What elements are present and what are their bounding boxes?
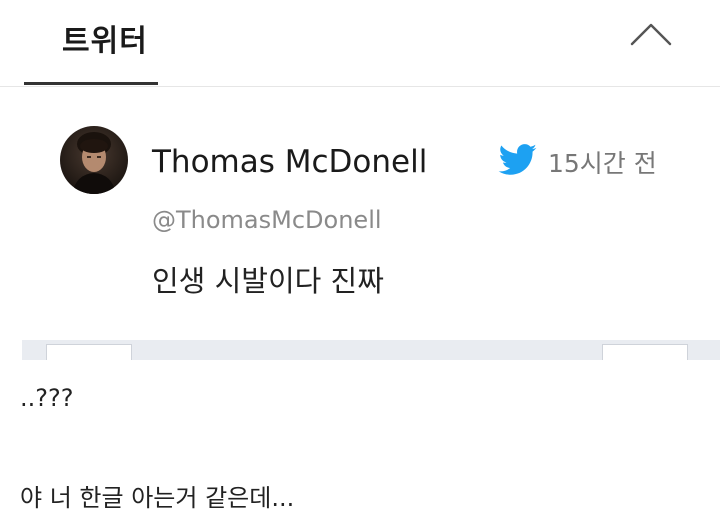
- tweet-text: 인생 시발이다 진짜: [152, 264, 384, 298]
- header-divider: [0, 86, 720, 87]
- tweet-card[interactable]: Thomas McDonell 15시간 전 @ThomasMcDonell 인…: [0, 100, 720, 340]
- avatar[interactable]: [60, 126, 128, 194]
- comment-text: 야 너 한글 아는거 같은데...: [20, 484, 295, 512]
- comment-text: ..???: [20, 384, 74, 412]
- embed-right-button[interactable]: [602, 344, 688, 360]
- twitter-bird-icon: [498, 144, 538, 176]
- author-name[interactable]: Thomas McDonell: [152, 144, 427, 180]
- author-handle[interactable]: @ThomasMcDonell: [152, 206, 382, 234]
- active-tab-indicator: [24, 82, 158, 85]
- header: 트위터: [0, 0, 720, 88]
- embed-left-button[interactable]: [46, 344, 132, 360]
- chevron-up-icon[interactable]: [628, 20, 674, 48]
- tab-twitter[interactable]: 트위터: [62, 16, 148, 60]
- tweet-timestamp: 15시간 전: [548, 149, 657, 178]
